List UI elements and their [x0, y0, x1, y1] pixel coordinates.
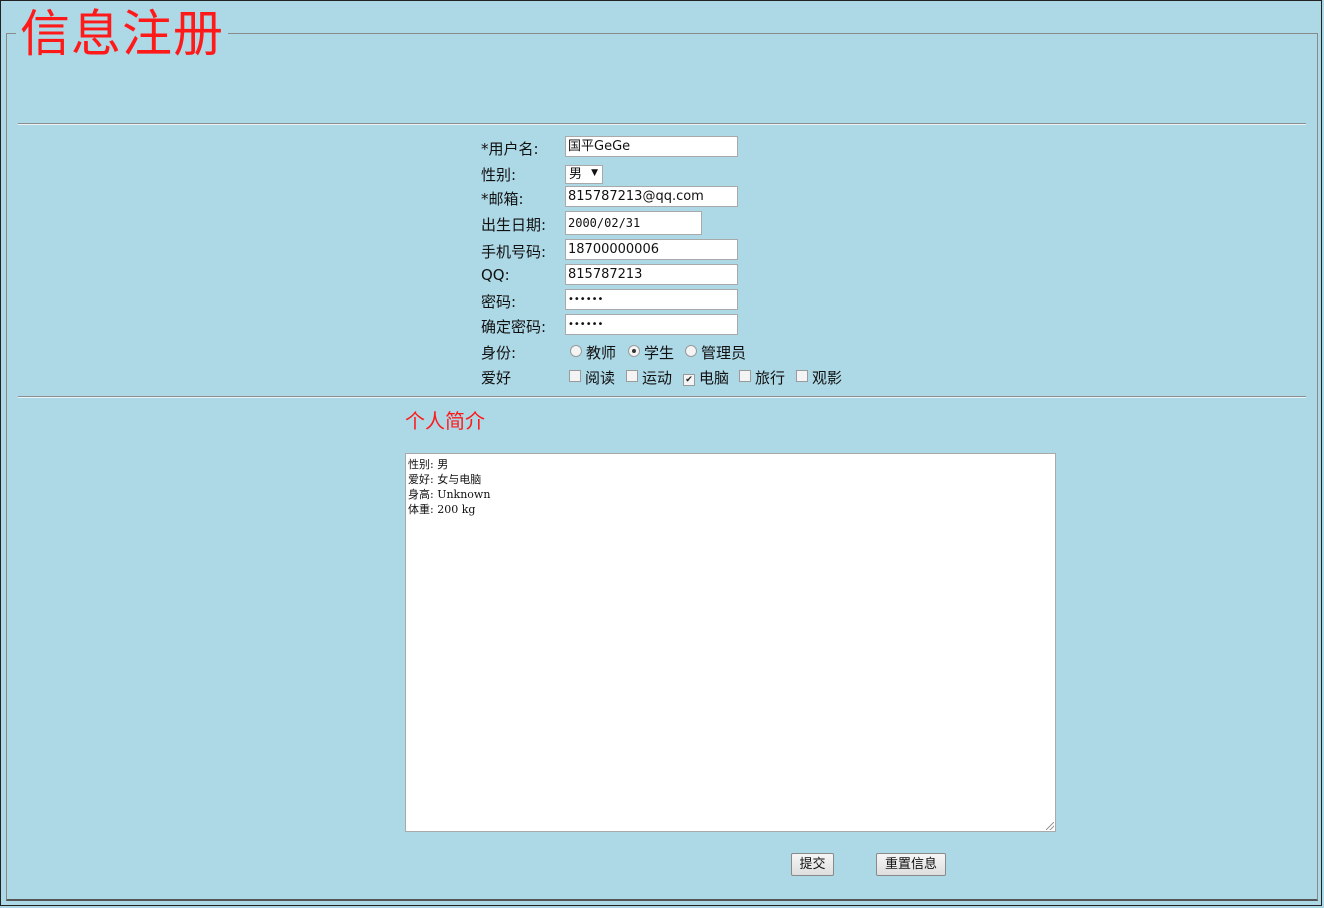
qq-input[interactable]: 815787213: [565, 264, 738, 285]
hobby-option-label: 运动: [642, 369, 673, 387]
checkbox-movies[interactable]: [796, 370, 808, 382]
username-label: *用户名:: [481, 140, 539, 158]
radio-admin[interactable]: [685, 345, 697, 357]
phone-input[interactable]: 18700000006: [565, 239, 738, 260]
email-label: *邮箱:: [481, 190, 524, 208]
hobby-option-label: 电脑: [699, 369, 730, 387]
intro-line: 爱好: 女与电脑: [408, 473, 482, 486]
identity-option-label: 管理员: [701, 344, 747, 362]
intro-textarea[interactable]: 性别: 男 爱好: 女与电脑 身高: Unknown 体重: 200 kg: [405, 453, 1056, 832]
gender-select[interactable]: 男 ▼: [565, 165, 603, 184]
hobbies-label: 爱好: [481, 369, 512, 387]
birthday-label: 出生日期:: [481, 216, 547, 234]
identity-option-student[interactable]: 学生: [628, 342, 674, 363]
birthday-input[interactable]: 2000/02/31: [565, 211, 702, 235]
divider-top: [18, 123, 1306, 125]
checkbox-computer[interactable]: ✔: [683, 374, 695, 386]
checkbox-reading[interactable]: [569, 370, 581, 382]
gender-select-value: 男: [569, 167, 583, 182]
radio-student[interactable]: [628, 345, 640, 357]
chevron-down-icon: ▼: [591, 168, 598, 178]
hobby-option-movies[interactable]: 观影: [796, 367, 842, 388]
hobby-option-label: 旅行: [755, 369, 786, 387]
identity-option-label: 学生: [644, 344, 675, 362]
hobby-option-label: 观影: [812, 369, 843, 387]
intro-line: 体重: 200 kg: [408, 503, 476, 516]
identity-label: 身份:: [481, 344, 517, 362]
form-title: 信息注册: [16, 4, 228, 64]
checkbox-travel[interactable]: [739, 370, 751, 382]
identity-option-admin[interactable]: 管理员: [685, 342, 746, 363]
intro-line: 身高: Unknown: [408, 488, 491, 501]
identity-option-label: 教师: [586, 344, 617, 362]
hobby-option-sports[interactable]: 运动: [626, 367, 672, 388]
password-label: 密码:: [481, 293, 517, 311]
hobby-option-reading[interactable]: 阅读: [569, 367, 615, 388]
phone-label: 手机号码:: [481, 243, 547, 261]
divider-middle: [18, 396, 1306, 398]
radio-teacher[interactable]: [570, 345, 582, 357]
submit-button[interactable]: 提交: [791, 853, 834, 876]
confirm-password-label: 确定密码:: [481, 318, 547, 336]
check-icon: ✔: [685, 375, 693, 385]
identity-option-teacher[interactable]: 教师: [570, 342, 616, 363]
reset-button[interactable]: 重置信息: [876, 853, 946, 876]
hobby-option-computer[interactable]: ✔ 电脑: [683, 367, 729, 388]
username-input[interactable]: 国平GeGe: [565, 136, 738, 157]
gender-label: 性别:: [481, 166, 517, 184]
email-input[interactable]: 815787213@qq.com: [565, 186, 738, 207]
hobby-option-travel[interactable]: 旅行: [739, 367, 785, 388]
resize-handle-icon[interactable]: [1046, 822, 1054, 830]
hobby-option-label: 阅读: [585, 369, 616, 387]
intro-line: 性别: 男: [408, 458, 449, 471]
qq-label: QQ:: [481, 266, 510, 284]
intro-title: 个人简介: [405, 409, 485, 433]
password-input[interactable]: ••••••: [565, 289, 738, 310]
checkbox-sports[interactable]: [626, 370, 638, 382]
confirm-password-input[interactable]: ••••••: [565, 314, 738, 335]
